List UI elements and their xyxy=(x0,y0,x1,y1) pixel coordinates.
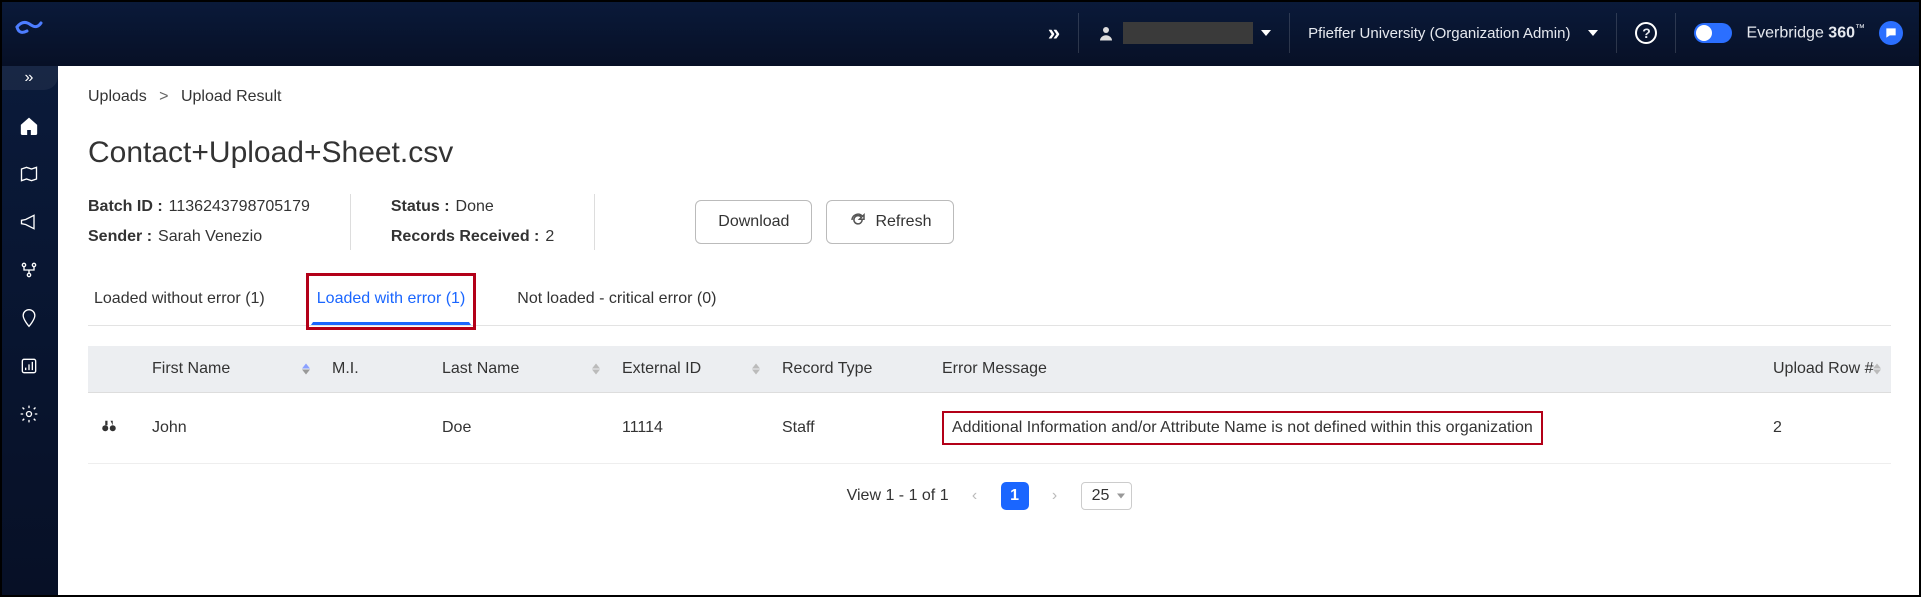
cell-upload-row: 2 xyxy=(1761,393,1891,464)
meta-sender: Sender :Sarah Venezio xyxy=(88,228,310,246)
main-content: Uploads > Upload Result Contact+Upload+S… xyxy=(58,66,1921,597)
col-upload-row[interactable]: Upload Row # xyxy=(1761,346,1891,393)
col-tool xyxy=(88,346,140,393)
col-record-type[interactable]: Record Type xyxy=(770,346,930,393)
meta-records: Records Received :2 xyxy=(391,228,554,246)
meta-status: Status :Done xyxy=(391,198,554,216)
pager-summary: View 1 - 1 of 1 xyxy=(847,487,949,505)
pagination: View 1 - 1 of 1 ‹ 1 › 25 xyxy=(88,464,1891,528)
refresh-button[interactable]: Refresh xyxy=(826,200,954,244)
left-nav-rail: » xyxy=(0,66,58,597)
binoculars-icon[interactable] xyxy=(100,422,118,439)
user-icon xyxy=(1097,24,1115,42)
cell-first-name: John xyxy=(140,393,320,464)
pager-size-select[interactable]: 25 xyxy=(1081,482,1133,510)
cell-external-id: 11114 xyxy=(610,393,770,464)
col-mi[interactable]: M.I. xyxy=(320,346,430,393)
tab-no-error[interactable]: Loaded without error (1) xyxy=(88,278,271,325)
rail-expand-icon[interactable]: » xyxy=(0,66,58,90)
nav-location-icon[interactable] xyxy=(17,306,41,330)
nav-home-icon[interactable] xyxy=(17,114,41,138)
nav-map-icon[interactable] xyxy=(17,162,41,186)
user-name-redacted xyxy=(1123,22,1253,44)
result-tabs: Loaded without error (1) Loaded with err… xyxy=(88,278,1891,326)
tab-not-loaded[interactable]: Not loaded - critical error (0) xyxy=(511,278,722,325)
cell-last-name: Doe xyxy=(430,393,610,464)
cell-record-type: Staff xyxy=(770,393,930,464)
cell-mi xyxy=(320,393,430,464)
sort-icon[interactable] xyxy=(302,364,310,375)
brand-toggle-area: Everbridge 360™ xyxy=(1675,13,1921,53)
refresh-icon xyxy=(849,211,867,234)
nav-reports-icon[interactable] xyxy=(17,354,41,378)
nav-workflow-icon[interactable] xyxy=(17,258,41,282)
help-button[interactable]: ? xyxy=(1616,13,1675,53)
col-external-id[interactable]: External ID xyxy=(610,346,770,393)
caret-down-icon xyxy=(1588,30,1598,36)
experience-toggle[interactable] xyxy=(1694,23,1732,43)
col-error-message[interactable]: Error Message xyxy=(930,346,1761,393)
breadcrumb-sep: > xyxy=(159,88,168,105)
cell-error-message: Additional Information and/or Attribute … xyxy=(930,393,1761,464)
global-header: Pfieffer University (Organization Admin)… xyxy=(0,0,1921,66)
org-switcher[interactable]: Pfieffer University (Organization Admin) xyxy=(1289,13,1616,53)
breadcrumb-current: Upload Result xyxy=(181,88,282,105)
brand-label: Everbridge 360™ xyxy=(1746,23,1865,42)
sort-icon[interactable] xyxy=(1873,364,1881,375)
page-title: Contact+Upload+Sheet.csv xyxy=(88,136,1891,170)
error-message-highlight: Additional Information and/or Attribute … xyxy=(942,411,1543,445)
sort-icon[interactable] xyxy=(592,364,600,375)
org-name: Pfieffer University (Organization Admin) xyxy=(1308,25,1570,42)
table-row: John Doe 11114 Staff Additional Informat… xyxy=(88,393,1891,464)
download-button[interactable]: Download xyxy=(695,200,812,244)
logo-icon[interactable] xyxy=(0,0,58,66)
breadcrumb-root[interactable]: Uploads xyxy=(88,88,147,105)
tab-with-error[interactable]: Loaded with error (1) xyxy=(311,278,472,325)
meta-row: Batch ID :1136243798705179 Sender :Sarah… xyxy=(88,194,1891,250)
pager-prev[interactable]: ‹ xyxy=(963,484,987,508)
meta-batch-id: Batch ID :1136243798705179 xyxy=(88,198,310,216)
col-last-name[interactable]: Last Name xyxy=(430,346,610,393)
breadcrumb: Uploads > Upload Result xyxy=(88,88,1891,106)
pager-page[interactable]: 1 xyxy=(1001,482,1029,510)
header-expand-icon[interactable] xyxy=(1030,13,1078,53)
nav-megaphone-icon[interactable] xyxy=(17,210,41,234)
results-table: First Name M.I. Last Name External ID xyxy=(88,346,1891,464)
caret-down-icon xyxy=(1261,30,1271,36)
col-first-name[interactable]: First Name xyxy=(140,346,320,393)
user-menu[interactable] xyxy=(1078,13,1289,53)
sort-icon[interactable] xyxy=(752,364,760,375)
help-icon: ? xyxy=(1635,22,1657,44)
chat-icon[interactable] xyxy=(1879,21,1903,45)
pager-next[interactable]: › xyxy=(1043,484,1067,508)
nav-settings-icon[interactable] xyxy=(17,402,41,426)
